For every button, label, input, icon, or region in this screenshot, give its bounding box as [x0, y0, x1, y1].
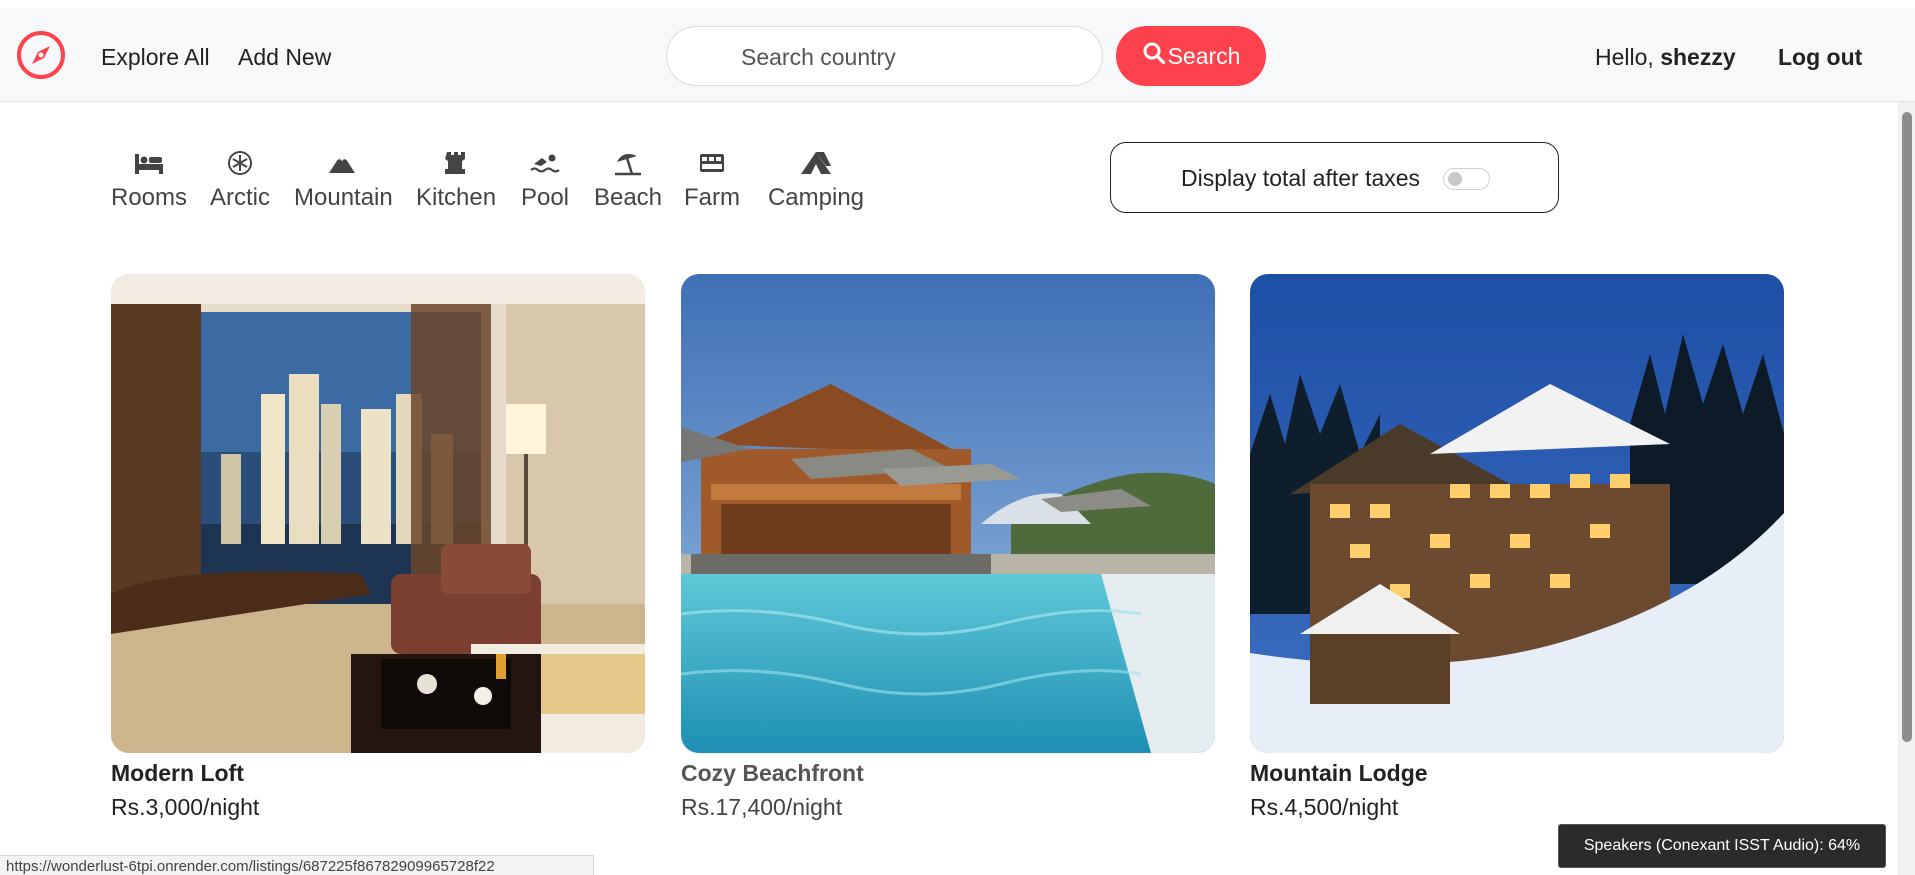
tax-toggle-panel: Display total after taxes: [1110, 142, 1559, 213]
filter-label: Kitchen: [416, 184, 497, 211]
search-button-label: Search: [1167, 42, 1241, 69]
resort-pool-chalet-image: [681, 274, 1215, 753]
campground-icon: [801, 152, 831, 174]
switch-knob: [1448, 172, 1462, 186]
listing-title: Cozy Beachfront: [681, 760, 864, 786]
filter-camping[interactable]: Camping: [764, 150, 868, 212]
listing-price: Rs.4,500/night: [1250, 794, 1399, 820]
filter-kitchen[interactable]: Kitchen: [416, 150, 496, 212]
bed-icon: [135, 154, 163, 174]
hotel-room-city-view-image: [111, 274, 645, 753]
logout-link[interactable]: Log out: [1778, 44, 1862, 71]
navbar: Explore All Add New Search Hello, shezzy…: [0, 8, 1915, 102]
tax-toggle-switch[interactable]: [1443, 168, 1490, 190]
listing-card[interactable]: Mountain Lodge Rs.4,500/night: [1250, 274, 1784, 820]
volume-toast: Speakers (Conexant ISST Audio): 64%: [1558, 824, 1886, 868]
tax-toggle-label: Display total after taxes: [1181, 165, 1421, 191]
filter-rooms[interactable]: Rooms: [110, 150, 188, 212]
filter-mountain[interactable]: Mountain: [294, 150, 393, 212]
filter-label: Rooms: [110, 184, 188, 211]
filter-label: Mountain: [294, 184, 393, 211]
search-button[interactable]: Search: [1116, 26, 1266, 86]
listing-card[interactable]: Cozy Beachfront Rs.17,400/night: [681, 274, 1215, 820]
filter-label: Camping: [767, 184, 865, 211]
search-icon: [1142, 41, 1166, 71]
search-input[interactable]: [739, 41, 1073, 73]
listing-title: Modern Loft: [111, 760, 244, 786]
filter-farm[interactable]: Farm: [684, 150, 740, 212]
snowy-mountain-lodge-image: [1250, 274, 1784, 753]
chess-rook-icon: [445, 152, 465, 174]
scrollbar-thumb[interactable]: [1902, 112, 1912, 742]
filter-arctic[interactable]: Arctic: [208, 150, 272, 212]
username: shezzy: [1660, 44, 1736, 70]
compass-logo-icon[interactable]: [16, 30, 66, 80]
explore-all-link[interactable]: Explore All: [101, 44, 210, 71]
filter-label: Arctic: [210, 184, 270, 211]
page-scrollbar[interactable]: [1898, 102, 1915, 875]
tractor-icon: [700, 154, 724, 172]
volume-toast-text: Speakers (Conexant ISST Audio): 64%: [1583, 837, 1861, 854]
search-box: [666, 26, 1103, 86]
greeting-prefix: Hello,: [1595, 44, 1654, 70]
snowflake-icon: [228, 151, 252, 175]
filter-beach[interactable]: Beach: [593, 150, 663, 212]
listing-card[interactable]: Modern Loft Rs.3,000/night: [111, 274, 645, 820]
status-bar-url: https://wonderlust-6tpi.onrender.com/lis…: [0, 855, 594, 875]
user-greeting: Hello, shezzy: [1595, 44, 1736, 71]
filter-label: Beach: [593, 184, 663, 211]
filter-pool[interactable]: Pool: [520, 150, 570, 212]
add-new-link[interactable]: Add New: [238, 44, 331, 71]
listing-price: Rs.3,000/night: [111, 794, 260, 820]
listing-title: Mountain Lodge: [1250, 760, 1428, 786]
swimmer-icon: [530, 154, 560, 173]
mountain-icon: [329, 153, 355, 173]
listing-price: Rs.17,400/night: [681, 794, 843, 820]
filter-label: Pool: [520, 184, 570, 211]
umbrella-beach-icon: [615, 154, 641, 176]
filter-label: Farm: [684, 184, 740, 211]
